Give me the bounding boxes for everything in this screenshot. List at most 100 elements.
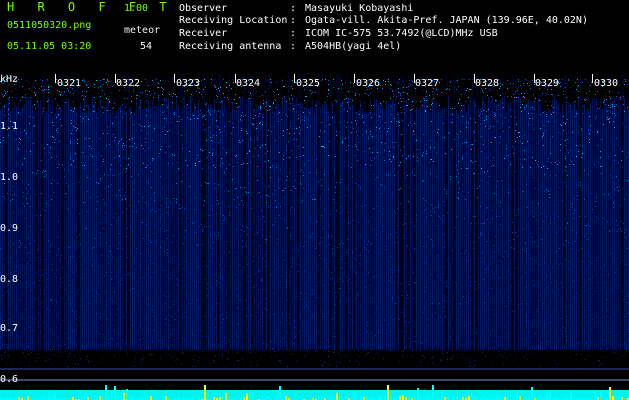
spectrogram-noise-pixel	[263, 200, 264, 201]
spectrogram-noise-pixel	[444, 138, 445, 139]
spectrogram-noise-pixel	[586, 267, 587, 268]
spectrogram-noise-pixel	[561, 139, 562, 140]
spectrogram-noise-band	[458, 113, 459, 350]
spectrogram-noise-pixel	[315, 248, 316, 249]
spectrogram-noise-pixel	[101, 106, 102, 107]
spectrogram-noise-pixel	[110, 169, 111, 170]
spectrogram-noise-pixel	[286, 150, 287, 151]
spectrogram-noise-pixel	[172, 163, 173, 164]
spectrogram-noise-pixel	[490, 264, 491, 265]
spectrogram-noise-pixel	[49, 310, 50, 311]
spectrogram-noise-pixel	[419, 158, 420, 159]
spectrogram-noise-pixel	[377, 177, 378, 178]
spectrogram-noise-pixel	[598, 310, 599, 311]
spectrogram-noise-pixel	[60, 117, 61, 118]
spectrogram-noise-pixel	[348, 223, 349, 224]
spectrogram-noise-pixel	[547, 190, 548, 191]
spectrogram-noise-pixel	[532, 107, 533, 108]
spectrogram-noise-pixel	[456, 123, 457, 124]
spectrogram-noise-pixel	[623, 96, 624, 97]
spectrogram-noise-pixel	[220, 185, 221, 186]
spectrogram-noise-band	[328, 111, 329, 350]
spectrogram-noise-pixel	[322, 208, 323, 209]
spectrogram-noise-pixel	[526, 176, 527, 177]
spectrogram-noise-pixel	[461, 168, 462, 169]
spectrogram-noise-pixel	[310, 93, 311, 94]
spectrogram-noise-pixel	[380, 127, 381, 128]
spectrogram-noise-band	[206, 102, 207, 351]
spectrogram-noise-band	[582, 110, 583, 351]
spectrogram-noise-pixel	[503, 363, 504, 364]
spectrogram-noise-pixel	[265, 153, 266, 154]
spectrogram-noise-pixel	[549, 197, 550, 198]
spectrogram-noise-pixel	[393, 147, 394, 148]
spectrogram-noise-pixel	[176, 199, 177, 200]
spectrogram-noise-pixel	[64, 247, 65, 248]
spectrogram-noise-pixel	[449, 86, 450, 87]
spectrogram-noise-pixel	[398, 92, 399, 93]
spectrogram-noise-pixel	[328, 235, 329, 236]
spectrogram-noise-pixel	[224, 217, 225, 218]
spectrogram-noise-pixel	[84, 138, 85, 139]
spectrogram-noise-pixel	[330, 82, 331, 83]
spectrogram-noise-pixel	[146, 96, 147, 97]
spectrogram-noise-pixel	[245, 308, 246, 309]
spectrogram-noise-pixel	[349, 312, 350, 313]
spectrogram-noise-pixel	[40, 223, 41, 224]
spectrogram-noise-pixel	[144, 102, 145, 103]
spectrogram-noise-pixel	[480, 145, 481, 146]
spectrogram-noise-pixel	[627, 263, 628, 264]
spectrogram-noise-pixel	[342, 84, 343, 85]
spectrogram-noise-pixel	[30, 343, 31, 344]
spectrogram-noise-pixel	[483, 92, 484, 93]
spectrogram-noise-pixel	[226, 318, 227, 319]
spectrogram-noise-pixel	[355, 248, 356, 249]
spectrogram-noise-pixel	[606, 99, 607, 100]
spectrogram-noise-pixel	[101, 195, 102, 196]
spectrogram-noise-pixel	[214, 85, 215, 86]
spectrogram-noise-pixel	[532, 113, 533, 114]
spectrogram-noise-pixel	[190, 272, 191, 273]
spectrogram-noise-pixel	[405, 154, 406, 155]
spectrogram-noise-pixel	[547, 129, 548, 130]
spectrogram-noise-pixel	[7, 291, 8, 292]
spectrogram-noise-pixel	[387, 131, 388, 132]
spectrogram-noise-pixel	[565, 170, 566, 171]
spectrogram-noise-pixel	[383, 101, 384, 102]
spectrogram-noise-pixel	[35, 254, 36, 255]
spectrogram-noise-pixel	[26, 282, 27, 283]
spectrogram-noise-pixel	[40, 153, 41, 154]
spectrogram-noise-pixel	[233, 82, 234, 83]
spectrogram-noise-pixel	[354, 271, 355, 272]
spectrogram-noise-pixel	[153, 233, 154, 234]
spectrogram-noise-band	[490, 101, 491, 350]
spectrogram-noise-pixel	[464, 88, 465, 89]
spectrogram-noise-pixel	[355, 95, 356, 96]
spectrogram-noise-pixel	[188, 303, 189, 304]
spectrogram-noise-pixel	[46, 174, 47, 175]
spectrogram-noise-pixel	[407, 93, 408, 94]
spectrogram-noise-pixel	[195, 107, 196, 108]
spectrogram-noise-pixel	[258, 212, 259, 213]
spectrogram-noise-pixel	[178, 316, 179, 317]
spectrogram-noise-pixel	[403, 128, 404, 129]
spectrogram-noise-pixel	[381, 105, 382, 106]
spectrogram-noise-pixel	[520, 307, 521, 308]
spectrogram-noise-pixel	[291, 353, 292, 354]
spectrogram-noise-pixel	[431, 239, 432, 240]
spectrogram-noise-pixel	[281, 218, 282, 219]
spectrogram-noise-pixel	[566, 97, 567, 98]
spectrogram-noise-pixel	[271, 287, 272, 288]
spectrogram-noise-pixel	[397, 225, 398, 226]
spectrogram-noise-pixel	[13, 245, 14, 246]
spectrogram-noise-pixel	[216, 89, 217, 90]
spectrogram-noise-pixel	[191, 101, 192, 102]
spectrogram-noise-pixel	[544, 111, 545, 112]
spectrogram-noise-pixel	[17, 147, 18, 148]
spectrogram-noise-band	[538, 97, 539, 350]
spectrogram-noise-pixel	[621, 292, 622, 293]
spectrogram-noise-pixel	[185, 230, 186, 231]
spectrogram-noise-pixel	[614, 189, 615, 190]
spectrogram-noise-pixel	[153, 330, 154, 331]
spectrogram-noise-pixel	[284, 86, 285, 87]
